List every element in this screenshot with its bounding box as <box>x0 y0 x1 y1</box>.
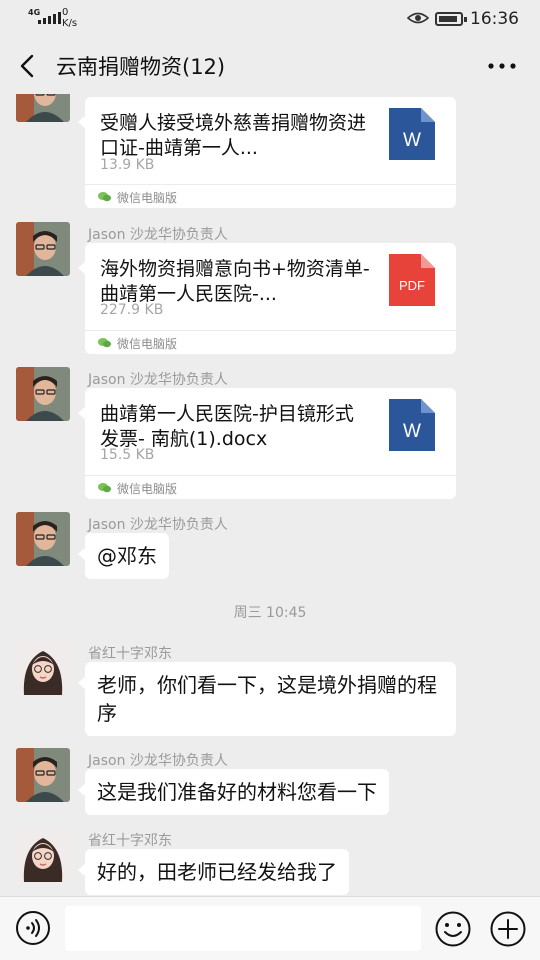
battery-icon <box>435 12 467 26</box>
status-bar: 4G 0 K/s 16:36 <box>0 0 540 38</box>
pdf-icon-label: PDF <box>399 278 425 293</box>
avatar[interactable] <box>16 222 70 276</box>
sender-name: Jason 沙龙华协负责人 <box>88 517 228 533</box>
avatar[interactable] <box>16 641 70 695</box>
more-dots-icon[interactable] <box>486 50 518 82</box>
text-message[interactable]: 好的，田老师已经发给我了 <box>78 849 349 895</box>
input-bar <box>0 896 540 960</box>
emoji-icon[interactable] <box>434 910 472 948</box>
sender-name: Jason 沙龙华协负责人 <box>88 753 228 769</box>
clock: 16:36 <box>470 9 519 29</box>
chat-header: 云南捐赠物资(12) <box>0 38 540 94</box>
wechat-pc-icon <box>98 338 111 348</box>
network-speed: 0 K/s <box>62 7 77 29</box>
file-message[interactable]: 曲靖第一人民医院-护目镜形式发票- 南航(1).docx 15.5 KB W 微… <box>78 388 456 499</box>
file-message[interactable]: 受赠人接受境外慈善捐赠物资进口证-曲靖第一人... 13.9 KB W 微信电脑… <box>78 97 456 208</box>
sender-name: 省红十字邓东 <box>88 833 172 849</box>
message-input[interactable] <box>65 906 421 951</box>
file-size: 13.9 KB <box>100 157 155 173</box>
avatar[interactable] <box>16 94 70 122</box>
chevron-left-icon[interactable] <box>12 50 44 82</box>
word-icon-letter: W <box>403 421 421 442</box>
file-source-label: 微信电脑版 <box>117 337 178 351</box>
file-source: 微信电脑版 <box>85 330 456 354</box>
eye-icon <box>407 12 429 24</box>
text-message[interactable]: 老师，你们看一下，这是境外捐赠的程序 <box>78 662 456 736</box>
file-size: 227.9 KB <box>100 302 164 318</box>
file-name: 海外物资捐赠意向书+物资清单-曲靖第一人民医院-... <box>100 258 370 305</box>
text-message[interactable]: 这是我们准备好的材料您看一下 <box>78 769 389 815</box>
plus-icon[interactable] <box>489 910 527 948</box>
speed-value: 0 <box>62 7 69 18</box>
message-list[interactable]: 受赠人接受境外慈善捐赠物资进口证-曲靖第一人... 13.9 KB W 微信电脑… <box>0 94 540 896</box>
file-source: 微信电脑版 <box>85 475 456 499</box>
file-name: 曲靖第一人民医院-护目镜形式发票- 南航(1).docx <box>100 403 354 450</box>
file-size: 15.5 KB <box>100 447 155 463</box>
avatar[interactable] <box>16 512 70 566</box>
avatar[interactable] <box>16 828 70 882</box>
speed-unit: K/s <box>62 18 78 29</box>
sender-name: 省红十字邓东 <box>88 646 172 662</box>
timestamp: 周三 10:45 <box>233 605 307 621</box>
pdf-file-icon: PDF <box>389 254 435 306</box>
file-message[interactable]: 海外物资捐赠意向书+物资清单-曲靖第一人民医院-... 227.9 KB PDF… <box>78 243 456 354</box>
text-message[interactable]: @邓东 <box>78 533 169 579</box>
avatar[interactable] <box>16 367 70 421</box>
wechat-pc-icon <box>98 192 111 202</box>
voice-icon[interactable] <box>15 910 51 946</box>
word-file-icon: W <box>389 108 435 160</box>
file-source: 微信电脑版 <box>85 184 456 208</box>
sender-name: Jason 沙龙华协负责人 <box>88 227 228 243</box>
wechat-pc-icon <box>98 483 111 493</box>
word-file-icon: W <box>389 399 435 451</box>
chat-title: 云南捐赠物资(12) <box>56 55 226 79</box>
signal-icon <box>38 11 61 24</box>
avatar[interactable] <box>16 748 70 802</box>
file-source-label: 微信电脑版 <box>117 191 178 205</box>
word-icon-letter: W <box>403 130 421 151</box>
file-name: 受赠人接受境外慈善捐赠物资进口证-曲靖第一人... <box>100 112 367 159</box>
file-source-label: 微信电脑版 <box>117 482 178 496</box>
sender-name: Jason 沙龙华协负责人 <box>88 372 228 388</box>
